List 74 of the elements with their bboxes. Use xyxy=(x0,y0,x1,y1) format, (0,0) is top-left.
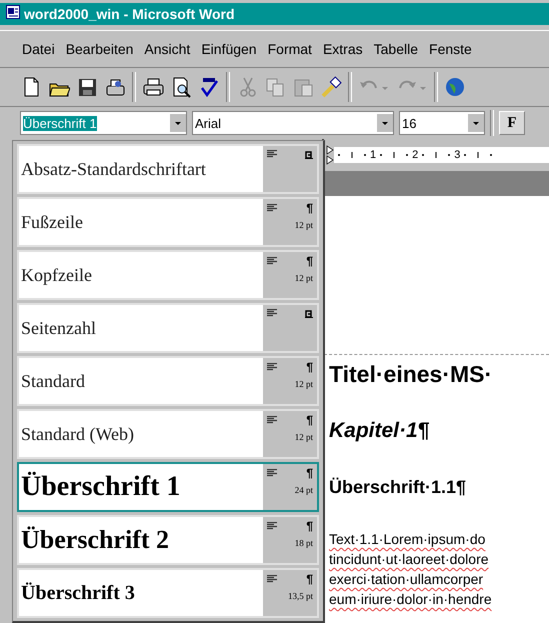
character-style-icon xyxy=(305,149,313,159)
style-name: Überschrift 3 xyxy=(21,582,135,604)
menu-item[interactable]: Extras xyxy=(322,41,363,57)
align-left-icon xyxy=(267,150,277,158)
font-size-field[interactable]: 16 xyxy=(399,111,485,135)
printer-icon[interactable] xyxy=(142,76,164,98)
menu-item[interactable]: Fenste xyxy=(429,41,472,57)
font-size-label: 12 pt xyxy=(294,379,313,389)
font-size-label: 24 pt xyxy=(294,485,313,495)
style-name: Absatz-Standardschriftart xyxy=(21,158,206,180)
menu-item[interactable]: Einfügen xyxy=(201,41,257,57)
bold-button[interactable]: F xyxy=(499,111,525,135)
style-item[interactable]: Seitenzahl xyxy=(17,303,319,353)
style-item[interactable]: Kopfzeile ¶ 12 pt xyxy=(17,250,319,300)
paragraph-mark-icon: ¶ xyxy=(306,202,313,214)
menu-item[interactable]: Ansicht xyxy=(144,41,190,57)
paragraph-mark-icon: ¶ xyxy=(306,361,313,373)
chapter-heading: Kapitel·1¶ xyxy=(328,419,430,444)
word-icon xyxy=(6,4,20,18)
align-left-icon xyxy=(267,575,277,583)
caret-icon[interactable] xyxy=(170,114,186,132)
style-name: Seitenzahl xyxy=(21,318,96,338)
font-size-label: 13,5 pt xyxy=(288,591,313,601)
window-title: word2000_win - Microsoft Word xyxy=(24,6,235,22)
document-title: Titel·eines·MS· xyxy=(328,361,494,389)
align-left-icon xyxy=(267,363,277,371)
style-name: Standard xyxy=(21,370,85,392)
font-field[interactable]: Arial xyxy=(192,111,394,135)
body-text-line: exerci·tation·ullamcorper xyxy=(329,570,484,589)
body-text-line: eum·iriure·dolor·in·hendre xyxy=(329,590,492,609)
align-left-icon xyxy=(267,469,277,477)
brush-icon[interactable] xyxy=(320,76,342,98)
ruler-number: 2 xyxy=(412,149,418,161)
font-size-label: 18 pt xyxy=(294,538,313,548)
body-text-line: Text·1.1·Lorem·ipsum·do xyxy=(329,530,486,549)
style-item[interactable]: Standard ¶ 12 pt xyxy=(17,356,319,406)
ruler-number: 3 xyxy=(454,149,460,161)
style-item[interactable]: Standard (Web) ¶ 12 pt xyxy=(17,409,319,459)
style-name: Fußzeile xyxy=(21,212,83,232)
menu-item[interactable]: Tabelle xyxy=(374,41,418,57)
font-size-label: 12 pt xyxy=(294,220,313,230)
style-item[interactable]: Überschrift 3 ¶ 13,5 pt xyxy=(17,568,319,618)
menu-item[interactable]: Format xyxy=(268,41,312,57)
body-text-line: tincidunt·ut·laoreet·dolore xyxy=(329,550,489,569)
ruler-number: 1 xyxy=(370,149,376,161)
align-left-icon xyxy=(267,416,277,424)
align-left-icon xyxy=(267,257,277,265)
caret-icon[interactable] xyxy=(468,114,484,132)
font-size-label: 12 pt xyxy=(294,273,313,283)
paragraph-mark-icon: ¶ xyxy=(306,467,313,479)
font-size-label: 12 pt xyxy=(294,432,313,442)
style-name: Standard (Web) xyxy=(21,424,134,444)
section-heading: Überschrift·1.1¶ xyxy=(328,477,468,499)
style-item[interactable]: Überschrift 2 ¶ 18 pt xyxy=(17,515,319,565)
style-item[interactable]: Überschrift 1 ¶ 24 pt xyxy=(17,462,319,512)
style-name: Kopfzeile xyxy=(21,264,92,286)
align-left-icon xyxy=(267,522,277,530)
align-left-icon xyxy=(267,309,277,317)
style-name: Überschrift 2 xyxy=(21,525,170,555)
paragraph-mark-icon: ¶ xyxy=(306,573,313,585)
caret-icon[interactable] xyxy=(377,114,393,132)
style-name: Überschrift 1 xyxy=(21,471,180,503)
spellcheck-icon[interactable] xyxy=(198,76,220,98)
style-item[interactable]: Fußzeile ¶ 12 pt xyxy=(17,197,319,247)
paragraph-mark-icon: ¶ xyxy=(306,414,313,426)
paragraph-mark-icon: ¶ xyxy=(306,255,313,267)
paragraph-mark-icon: ¶ xyxy=(306,520,313,532)
style-field[interactable]: Überschrift 1 xyxy=(20,111,187,135)
menu-item[interactable]: Datei xyxy=(22,41,55,57)
globe-icon[interactable] xyxy=(444,76,466,98)
style-item[interactable]: Absatz-Standardschriftart xyxy=(17,144,319,194)
align-left-icon xyxy=(267,204,277,212)
character-style-icon xyxy=(305,308,313,318)
menu-item[interactable]: Bearbeiten xyxy=(66,41,134,57)
